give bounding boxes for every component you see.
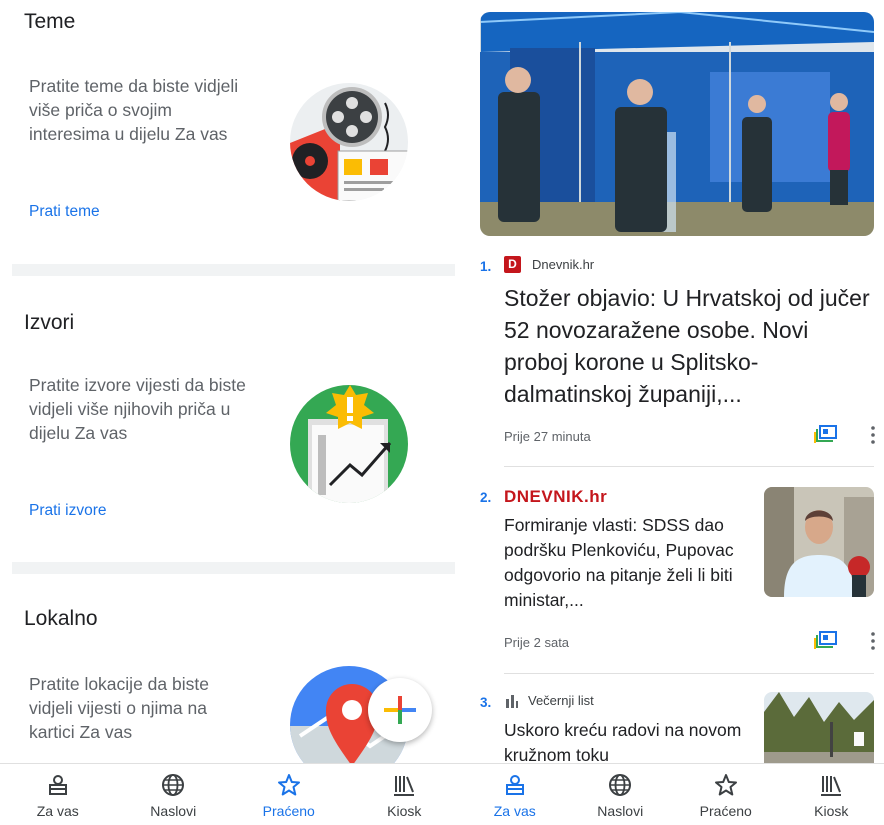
topics-illustration: [290, 83, 408, 201]
article-thumbnail: [764, 487, 874, 597]
star-icon: [714, 774, 737, 796]
bottom-navigation: Za vas Naslovi Praćeno Kiosk: [0, 763, 462, 825]
article-headline: Stožer objavio: U Hrvatskoj od jučer 52 …: [504, 285, 870, 407]
article-2[interactable]: 2. DNEVNIK.hr Formiranje vlasti: SDSS da…: [480, 487, 876, 657]
section-divider: [12, 562, 455, 574]
article-time: Prije 27 minuta: [504, 429, 591, 444]
article-3[interactable]: 3. Večernji list Uskoro kreću radovi na …: [480, 692, 874, 772]
article-source: Dnevnik.hr: [532, 257, 595, 272]
nav-following[interactable]: Praćeno: [231, 764, 347, 825]
article-rank: 2.: [480, 490, 492, 505]
nav-following[interactable]: Praćeno: [673, 764, 779, 825]
sources-title: Izvori: [24, 311, 75, 334]
nav-for-you[interactable]: Za vas: [0, 764, 116, 825]
follow-topics-link[interactable]: Prati teme: [29, 203, 100, 221]
article-rank: 1.: [480, 259, 492, 274]
nav-label: Za vas: [493, 803, 536, 819]
nav-headlines[interactable]: Naslovi: [116, 764, 232, 825]
nav-label: Naslovi: [150, 803, 197, 819]
vecernji-logo-icon: [506, 695, 518, 708]
topics-title: Teme: [24, 10, 76, 33]
nav-label: Kiosk: [814, 803, 849, 819]
more-options-icon[interactable]: [870, 631, 876, 651]
follow-sources-link[interactable]: Prati izvore: [29, 502, 107, 520]
article-thumbnail: [764, 692, 874, 772]
nav-label: Kiosk: [387, 803, 422, 819]
newsstand-icon: [394, 776, 415, 796]
nav-for-you[interactable]: Za vas: [462, 764, 568, 825]
newsstand-icon: [821, 776, 842, 796]
full-coverage-icon[interactable]: [814, 424, 838, 444]
section-divider: [12, 264, 455, 276]
nav-label: Praćeno: [699, 803, 752, 819]
nav-label: Naslovi: [597, 803, 644, 819]
bottom-navigation: Za vas Naslovi Praćeno Kiosk: [462, 763, 884, 825]
hero-image[interactable]: [480, 12, 874, 236]
article-headline: Uskoro kreću radovi na novom kružnom tok…: [504, 720, 742, 765]
sources-description: Pratite izvore vijesti da biste vidjeli …: [29, 375, 246, 443]
article-source: Večernji list: [528, 693, 594, 708]
local-description: Pratite lokacije da biste vidjeli vijest…: [29, 674, 209, 742]
article-divider: [504, 673, 874, 674]
nav-headlines[interactable]: Naslovi: [568, 764, 674, 825]
add-location-button[interactable]: [368, 678, 432, 742]
more-options-icon[interactable]: [870, 425, 876, 445]
star-icon: [277, 774, 300, 796]
dnevnik-logo-icon: D: [504, 256, 521, 273]
full-coverage-icon[interactable]: [814, 630, 838, 650]
globe-icon: [609, 774, 632, 796]
article-time: Prije 2 sata: [504, 635, 570, 650]
for-you-icon: [48, 775, 67, 795]
sources-illustration: [290, 385, 408, 503]
nav-newsstand[interactable]: Kiosk: [347, 764, 463, 825]
for-you-screen: 1. D Dnevnik.hr Stožer objavio: U Hrvats…: [462, 0, 884, 825]
article-headline: Formiranje vlasti: SDSS dao podršku Plen…: [504, 515, 734, 610]
article-1[interactable]: 1. D Dnevnik.hr Stožer objavio: U Hrvats…: [480, 256, 876, 456]
globe-icon: [162, 774, 185, 796]
topics-description: Pratite teme da biste vidjeli više priča…: [29, 76, 239, 144]
dnevnik-wordmark: DNEVNIK.hr: [504, 487, 608, 506]
for-you-icon: [505, 775, 524, 795]
article-divider: [504, 466, 874, 467]
following-screen: Teme Pratite teme da biste vidjeli više …: [0, 0, 462, 825]
nav-label: Za vas: [36, 803, 79, 819]
plus-icon: [384, 696, 416, 724]
article-rank: 3.: [480, 695, 492, 710]
nav-label: Praćeno: [262, 803, 315, 819]
local-title: Lokalno: [24, 607, 98, 630]
nav-newsstand[interactable]: Kiosk: [779, 764, 884, 825]
